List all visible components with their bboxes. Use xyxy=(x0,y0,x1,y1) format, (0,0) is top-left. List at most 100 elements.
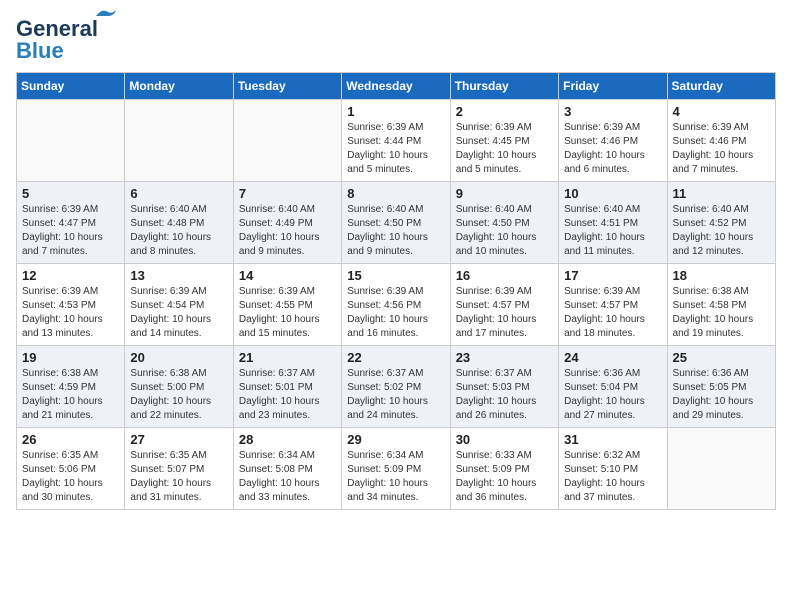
day-number: 17 xyxy=(564,268,661,283)
calendar-cell: 15 Sunrise: 6:39 AMSunset: 4:56 PMDayligh… xyxy=(342,264,450,346)
day-number: 10 xyxy=(564,186,661,201)
day-number: 24 xyxy=(564,350,661,365)
calendar-cell: 4 Sunrise: 6:39 AMSunset: 4:46 PMDaylight… xyxy=(667,100,775,182)
day-info: Sunrise: 6:39 AMSunset: 4:56 PMDaylight:… xyxy=(347,285,444,341)
calendar-header-row: SundayMondayTuesdayWednesdayThursdayFrid… xyxy=(17,73,776,100)
day-number: 18 xyxy=(673,268,770,283)
day-number: 16 xyxy=(456,268,553,283)
day-info: Sunrise: 6:34 AMSunset: 5:08 PMDaylight:… xyxy=(239,449,336,505)
day-info: Sunrise: 6:40 AMSunset: 4:51 PMDaylight:… xyxy=(564,203,661,259)
day-number: 23 xyxy=(456,350,553,365)
day-info: Sunrise: 6:35 AMSunset: 5:06 PMDaylight:… xyxy=(22,449,119,505)
day-number: 26 xyxy=(22,432,119,447)
calendar-cell: 28 Sunrise: 6:34 AMSunset: 5:08 PMDayligh… xyxy=(233,428,341,510)
calendar-cell: 30 Sunrise: 6:33 AMSunset: 5:09 PMDayligh… xyxy=(450,428,558,510)
day-number: 11 xyxy=(673,186,770,201)
column-header-friday: Friday xyxy=(559,73,667,100)
day-info: Sunrise: 6:39 AMSunset: 4:46 PMDaylight:… xyxy=(564,121,661,177)
day-info: Sunrise: 6:37 AMSunset: 5:01 PMDaylight:… xyxy=(239,367,336,423)
calendar-week-row: 19 Sunrise: 6:38 AMSunset: 4:59 PMDayligh… xyxy=(17,346,776,428)
logo-general: General xyxy=(16,16,98,41)
calendar-cell xyxy=(667,428,775,510)
calendar-cell: 18 Sunrise: 6:38 AMSunset: 4:58 PMDayligh… xyxy=(667,264,775,346)
day-number: 7 xyxy=(239,186,336,201)
calendar-cell: 9 Sunrise: 6:40 AMSunset: 4:50 PMDaylight… xyxy=(450,182,558,264)
day-number: 27 xyxy=(130,432,227,447)
day-info: Sunrise: 6:34 AMSunset: 5:09 PMDaylight:… xyxy=(347,449,444,505)
day-number: 15 xyxy=(347,268,444,283)
calendar-week-row: 12 Sunrise: 6:39 AMSunset: 4:53 PMDayligh… xyxy=(17,264,776,346)
day-number: 8 xyxy=(347,186,444,201)
logo: General Blue xyxy=(16,16,98,64)
day-info: Sunrise: 6:36 AMSunset: 5:05 PMDaylight:… xyxy=(673,367,770,423)
calendar-cell: 5 Sunrise: 6:39 AMSunset: 4:47 PMDaylight… xyxy=(17,182,125,264)
day-number: 21 xyxy=(239,350,336,365)
day-number: 6 xyxy=(130,186,227,201)
day-info: Sunrise: 6:39 AMSunset: 4:44 PMDaylight:… xyxy=(347,121,444,177)
calendar-cell: 11 Sunrise: 6:40 AMSunset: 4:52 PMDayligh… xyxy=(667,182,775,264)
day-info: Sunrise: 6:36 AMSunset: 5:04 PMDaylight:… xyxy=(564,367,661,423)
day-number: 14 xyxy=(239,268,336,283)
day-info: Sunrise: 6:40 AMSunset: 4:48 PMDaylight:… xyxy=(130,203,227,259)
calendar-cell: 24 Sunrise: 6:36 AMSunset: 5:04 PMDayligh… xyxy=(559,346,667,428)
calendar-cell: 14 Sunrise: 6:39 AMSunset: 4:55 PMDayligh… xyxy=(233,264,341,346)
day-number: 29 xyxy=(347,432,444,447)
calendar-cell: 23Sunrise: 6:37 AMSunset: 5:03 PMDayligh… xyxy=(450,346,558,428)
calendar-cell xyxy=(17,100,125,182)
calendar-cell: 6 Sunrise: 6:40 AMSunset: 4:48 PMDaylight… xyxy=(125,182,233,264)
day-number: 30 xyxy=(456,432,553,447)
day-info: Sunrise: 6:38 AMSunset: 5:00 PMDaylight:… xyxy=(130,367,227,423)
day-number: 31 xyxy=(564,432,661,447)
day-number: 22 xyxy=(347,350,444,365)
calendar-cell: 27 Sunrise: 6:35 AMSunset: 5:07 PMDayligh… xyxy=(125,428,233,510)
calendar-cell: 16 Sunrise: 6:39 AMSunset: 4:57 PMDayligh… xyxy=(450,264,558,346)
calendar-cell: 22 Sunrise: 6:37 AMSunset: 5:02 PMDayligh… xyxy=(342,346,450,428)
day-info: Sunrise: 6:37 AMSunset: 5:02 PMDaylight:… xyxy=(347,367,444,423)
day-number: 19 xyxy=(22,350,119,365)
day-info: Sunrise: 6:38 AMSunset: 4:59 PMDaylight:… xyxy=(22,367,119,423)
day-info: Sunrise: 6:39 AMSunset: 4:47 PMDaylight:… xyxy=(22,203,119,259)
day-info: Sunrise: 6:39 AMSunset: 4:57 PMDaylight:… xyxy=(456,285,553,341)
calendar-table: SundayMondayTuesdayWednesdayThursdayFrid… xyxy=(16,72,776,510)
day-info: Sunrise: 6:33 AMSunset: 5:09 PMDaylight:… xyxy=(456,449,553,505)
day-number: 28 xyxy=(239,432,336,447)
day-info: Sunrise: 6:39 AMSunset: 4:54 PMDaylight:… xyxy=(130,285,227,341)
calendar-week-row: 26 Sunrise: 6:35 AMSunset: 5:06 PMDayligh… xyxy=(17,428,776,510)
calendar-cell: 26 Sunrise: 6:35 AMSunset: 5:06 PMDayligh… xyxy=(17,428,125,510)
day-number: 20 xyxy=(130,350,227,365)
calendar-cell: 29 Sunrise: 6:34 AMSunset: 5:09 PMDayligh… xyxy=(342,428,450,510)
day-info: Sunrise: 6:38 AMSunset: 4:58 PMDaylight:… xyxy=(673,285,770,341)
day-number: 4 xyxy=(673,104,770,119)
page-header: General Blue xyxy=(16,16,776,64)
calendar-cell: 17 Sunrise: 6:39 AMSunset: 4:57 PMDayligh… xyxy=(559,264,667,346)
column-header-saturday: Saturday xyxy=(667,73,775,100)
day-number: 5 xyxy=(22,186,119,201)
day-info: Sunrise: 6:39 AMSunset: 4:55 PMDaylight:… xyxy=(239,285,336,341)
day-info: Sunrise: 6:39 AMSunset: 4:46 PMDaylight:… xyxy=(673,121,770,177)
column-header-monday: Monday xyxy=(125,73,233,100)
calendar-cell: 12 Sunrise: 6:39 AMSunset: 4:53 PMDayligh… xyxy=(17,264,125,346)
calendar-week-row: 1Sunrise: 6:39 AMSunset: 4:44 PMDaylight… xyxy=(17,100,776,182)
calendar-cell xyxy=(233,100,341,182)
calendar-cell: 20 Sunrise: 6:38 AMSunset: 5:00 PMDayligh… xyxy=(125,346,233,428)
calendar-cell: 25 Sunrise: 6:36 AMSunset: 5:05 PMDayligh… xyxy=(667,346,775,428)
day-info: Sunrise: 6:40 AMSunset: 4:50 PMDaylight:… xyxy=(347,203,444,259)
calendar-cell: 21 Sunrise: 6:37 AMSunset: 5:01 PMDayligh… xyxy=(233,346,341,428)
day-info: Sunrise: 6:39 AMSunset: 4:57 PMDaylight:… xyxy=(564,285,661,341)
day-number: 3 xyxy=(564,104,661,119)
column-header-wednesday: Wednesday xyxy=(342,73,450,100)
day-number: 12 xyxy=(22,268,119,283)
logo-bird-icon xyxy=(94,8,116,24)
calendar-cell: 10 Sunrise: 6:40 AMSunset: 4:51 PMDayligh… xyxy=(559,182,667,264)
calendar-cell: 19 Sunrise: 6:38 AMSunset: 4:59 PMDayligh… xyxy=(17,346,125,428)
day-number: 9 xyxy=(456,186,553,201)
day-info: Sunrise: 6:39 AMSunset: 4:53 PMDaylight:… xyxy=(22,285,119,341)
column-header-thursday: Thursday xyxy=(450,73,558,100)
day-info: Sunrise: 6:40 AMSunset: 4:50 PMDaylight:… xyxy=(456,203,553,259)
column-header-tuesday: Tuesday xyxy=(233,73,341,100)
calendar-cell: 8 Sunrise: 6:40 AMSunset: 4:50 PMDaylight… xyxy=(342,182,450,264)
day-info: Sunrise: 6:35 AMSunset: 5:07 PMDaylight:… xyxy=(130,449,227,505)
day-number: 25 xyxy=(673,350,770,365)
day-info: Sunrise: 6:39 AMSunset: 4:45 PMDaylight:… xyxy=(456,121,553,177)
day-info: Sunrise: 6:40 AMSunset: 4:52 PMDaylight:… xyxy=(673,203,770,259)
